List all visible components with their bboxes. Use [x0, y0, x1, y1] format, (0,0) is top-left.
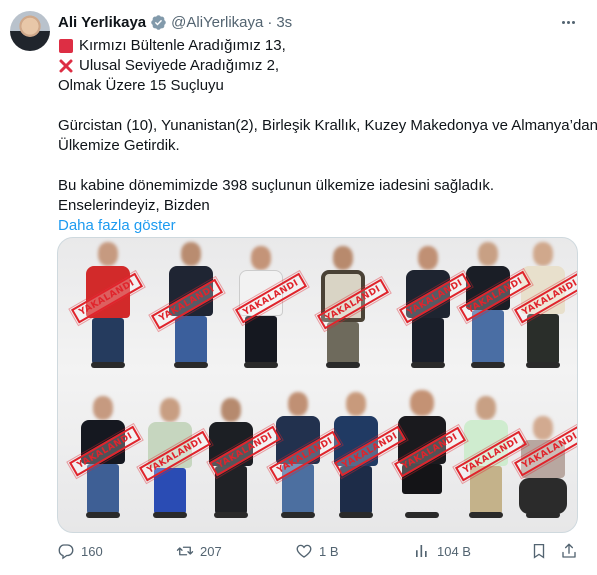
- display-name[interactable]: Ali Yerlikaya: [58, 14, 146, 31]
- red-square-emoji: [59, 39, 73, 53]
- tweet-line-6: Bu kabine dönemimizde 398 suçlunun ülkem…: [58, 177, 495, 194]
- avatar[interactable]: [10, 11, 50, 51]
- tweet-photo[interactable]: YAKALANDI YAKALANDI YAKALANDI YAKALANDI …: [57, 237, 578, 533]
- tweet-line-3: Olmak Üzere 15 Suçluyu: [58, 77, 224, 94]
- like-count: 1 B: [319, 543, 339, 559]
- reply-button[interactable]: 160: [57, 540, 103, 562]
- handle[interactable]: @AliYerlikaya: [171, 14, 263, 31]
- share-icon: [562, 543, 576, 558]
- bookmark-button[interactable]: [530, 540, 548, 562]
- timestamp[interactable]: 3s: [276, 14, 292, 31]
- tweet-line-4: Gürcistan (10), Yunanistan(2), Birleşik …: [58, 117, 597, 134]
- reply-count: 160: [81, 543, 103, 559]
- tweet-line-1: Kırmızı Bültenle Aradığımız 13,: [79, 37, 286, 54]
- views-button[interactable]: 104 B: [413, 540, 471, 562]
- tweet: Ali Yerlikaya @AliYerlikaya · 3s Kırmızı…: [0, 0, 597, 575]
- more-icon[interactable]: [557, 12, 579, 32]
- views-count: 104 B: [437, 543, 471, 559]
- separator: ·: [267, 13, 273, 31]
- like-icon: [296, 544, 312, 558]
- tweet-line-5: Ülkemize Getirdik.: [58, 137, 180, 154]
- cross-mark-emoji: [59, 59, 73, 73]
- show-more-link[interactable]: Daha fazla göster: [58, 216, 176, 236]
- reply-icon: [58, 544, 74, 560]
- tweet-actions: 160 207 1 B 104 B: [57, 540, 582, 562]
- share-button[interactable]: [560, 540, 578, 562]
- tweet-line-2: Ulusal Seviyede Aradığımız 2,: [79, 57, 280, 74]
- tweet-header: Ali Yerlikaya @AliYerlikaya · 3s: [58, 12, 292, 32]
- bookmark-icon: [533, 543, 545, 559]
- verified-badge-icon: [151, 14, 166, 30]
- repost-button[interactable]: 207: [176, 540, 222, 562]
- repost-count: 207: [200, 543, 222, 559]
- tweet-line-7: Enselerindeyiz, Bizden: [58, 197, 210, 214]
- repost-icon: [176, 546, 194, 556]
- like-button[interactable]: 1 B: [295, 540, 339, 562]
- tweet-text: Kırmızı Bültenle Aradığımız 13, Ulusal S…: [58, 36, 597, 236]
- views-icon: [416, 545, 427, 557]
